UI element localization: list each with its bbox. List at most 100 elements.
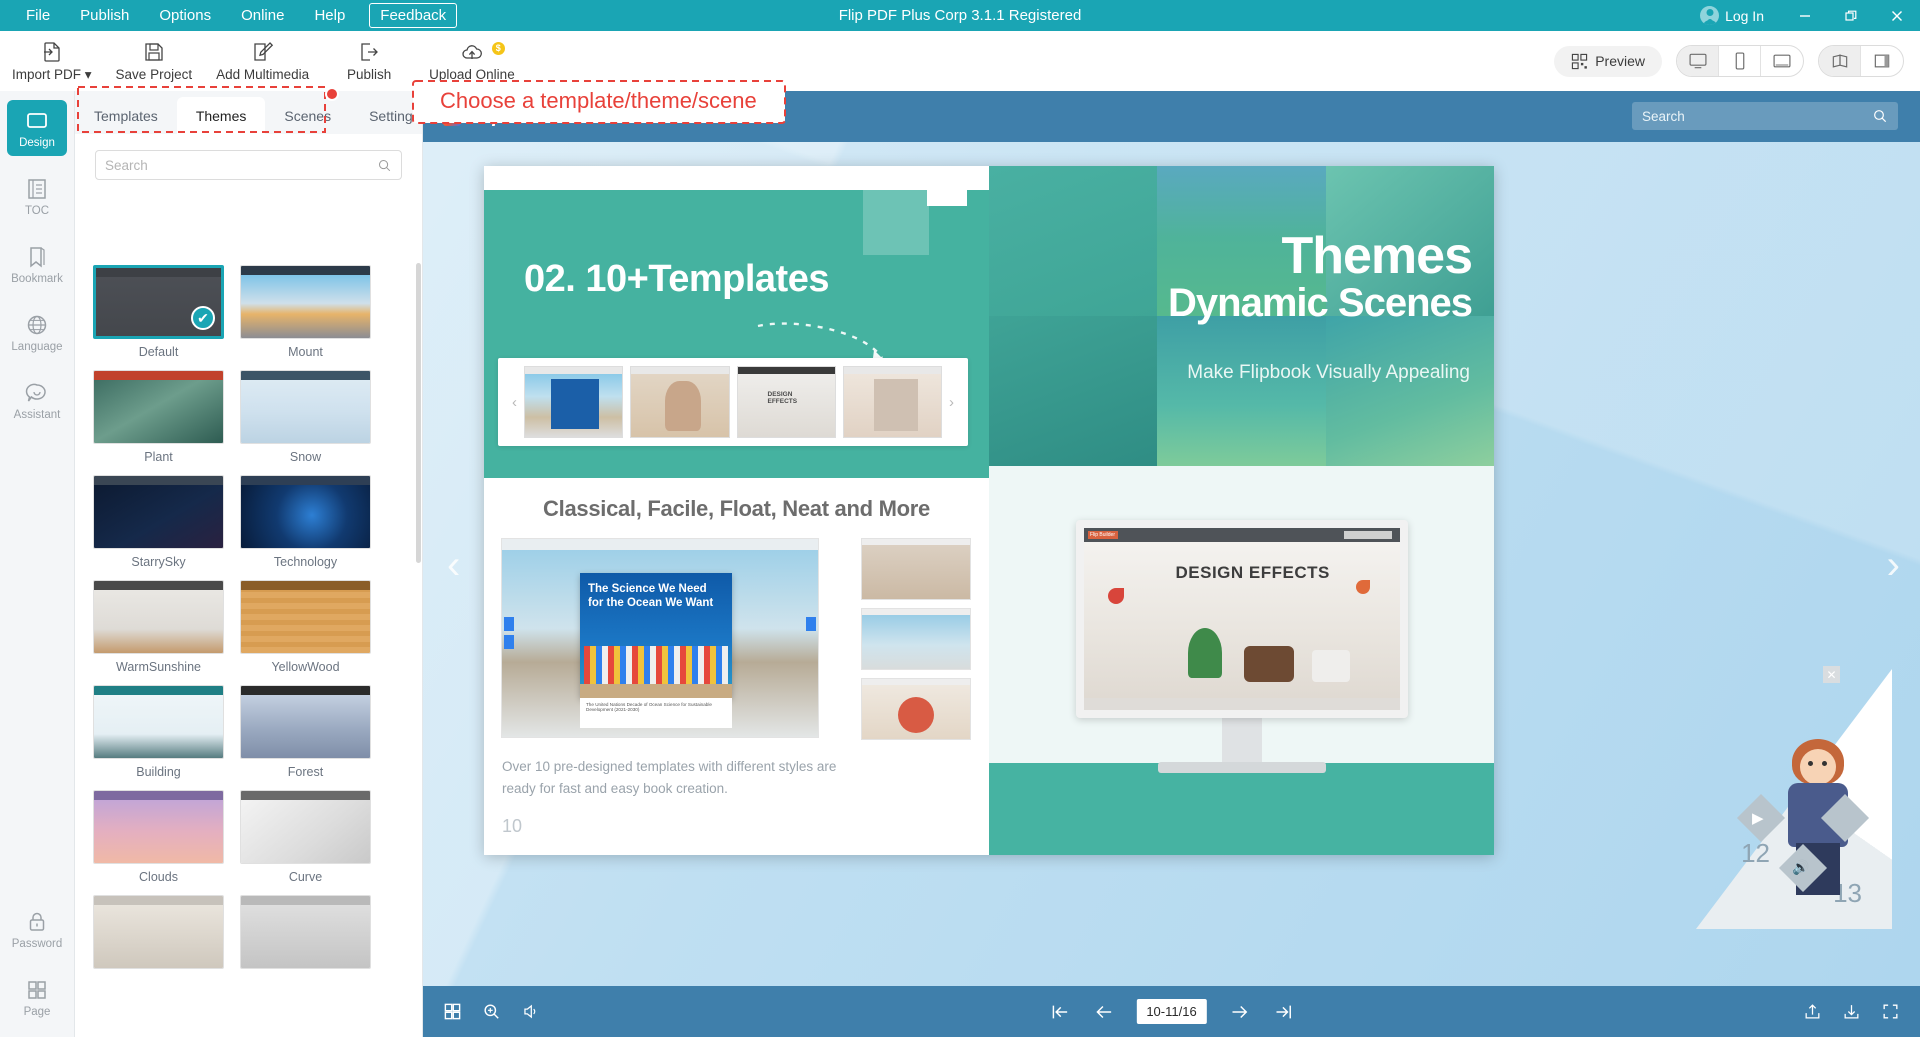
theme-thumb-image[interactable]: [93, 685, 224, 759]
close-icon[interactable]: ✕: [1823, 666, 1840, 683]
menu-item-options[interactable]: Options: [145, 3, 225, 28]
tab-scenes[interactable]: Scenes: [265, 97, 350, 134]
theme-thumb[interactable]: Clouds: [93, 790, 224, 884]
filmstrip-next-icon[interactable]: ›: [949, 394, 954, 411]
panel-scrollbar[interactable]: [416, 263, 421, 563]
menu-item-help[interactable]: Help: [300, 3, 359, 28]
feedback-button[interactable]: Feedback: [369, 3, 458, 28]
theme-thumb[interactable]: ✔ Default: [93, 265, 224, 359]
theme-thumb[interactable]: StarrySky: [93, 475, 224, 569]
template-filmstrip[interactable]: ‹ DESIGN EFFECTS ›: [498, 358, 968, 446]
filmstrip-thumb[interactable]: [630, 366, 730, 438]
last-page-button[interactable]: [1273, 1001, 1295, 1023]
prev-page-button[interactable]: [1092, 1001, 1114, 1023]
login-button[interactable]: Log In: [1682, 6, 1782, 25]
search-input[interactable]: [105, 157, 377, 173]
filmstrip-thumb[interactable]: DESIGN EFFECTS: [736, 366, 836, 438]
panel-tabs: Templates Themes Scenes Settings: [75, 91, 422, 134]
theme-thumb-image[interactable]: [93, 790, 224, 864]
theme-thumb-image[interactable]: [240, 370, 371, 444]
theme-grid[interactable]: ✔ Default Mount Plant Snow StarrySky Technolog…: [75, 259, 423, 1037]
play-icon[interactable]: ▶: [1752, 809, 1764, 827]
right-page-subtitle: Make Flipbook Visually Appealing: [1187, 362, 1470, 383]
import-pdf-button[interactable]: Import PDF ▾: [0, 38, 104, 85]
tab-templates[interactable]: Templates: [75, 97, 177, 134]
fullscreen-icon[interactable]: [1881, 1002, 1900, 1021]
theme-thumb[interactable]: Curve: [240, 790, 371, 884]
theme-thumb[interactable]: [240, 895, 371, 975]
menu-item-file[interactable]: File: [12, 3, 64, 28]
share-icon[interactable]: [1803, 1002, 1822, 1021]
theme-thumb[interactable]: Technology: [240, 475, 371, 569]
theme-thumb-image[interactable]: [240, 580, 371, 654]
sidebar-item-password[interactable]: Password: [7, 901, 67, 957]
thumbnails-icon[interactable]: [443, 1002, 462, 1021]
zoom-icon[interactable]: [482, 1002, 501, 1021]
theme-thumb-image[interactable]: [93, 475, 224, 549]
first-page-button[interactable]: [1048, 1001, 1070, 1023]
sidebar-item-toc[interactable]: TOC: [7, 168, 67, 224]
download-icon[interactable]: [1842, 1002, 1861, 1021]
sound-icon[interactable]: 🔊: [1792, 859, 1809, 876]
book-page-left[interactable]: 02. 10+Templates ‹ DESIGN EFFECTS › Clas…: [484, 166, 989, 855]
theme-thumb-image[interactable]: [93, 370, 224, 444]
filmstrip-thumb[interactable]: [842, 366, 942, 438]
theme-thumb[interactable]: Plant: [93, 370, 224, 464]
tablet-icon: [1773, 54, 1791, 68]
next-page-button[interactable]: [1229, 1001, 1251, 1023]
menu-item-publish[interactable]: Publish: [66, 3, 143, 28]
sidebar-item-label-assistant: Assistant: [13, 409, 61, 421]
mobile-icon: [1735, 52, 1744, 70]
tab-themes[interactable]: Themes: [176, 97, 266, 134]
theme-thumb-image[interactable]: [240, 475, 371, 549]
sidebar-item-assistant[interactable]: Assistant: [7, 372, 67, 428]
publish-button[interactable]: Publish: [321, 38, 417, 84]
viewer-search[interactable]: [1632, 102, 1898, 130]
theme-thumb-image[interactable]: [240, 790, 371, 864]
sidebar-item-page[interactable]: Page: [7, 969, 67, 1025]
add-multimedia-button[interactable]: Add Multimedia: [204, 38, 321, 84]
theme-thumb[interactable]: WarmSunshine: [93, 580, 224, 674]
theme-thumb[interactable]: Building: [93, 685, 224, 779]
device-mobile-button[interactable]: [1719, 46, 1761, 76]
theme-thumb-bar: [94, 581, 223, 590]
minimize-button[interactable]: [1782, 0, 1828, 31]
viewer-search-input[interactable]: [1642, 108, 1872, 124]
theme-thumb-image[interactable]: [93, 895, 224, 969]
page-turn-left[interactable]: ‹: [447, 545, 460, 585]
theme-thumb-image[interactable]: [240, 895, 371, 969]
filmstrip-thumb[interactable]: [524, 366, 624, 438]
upload-online-button[interactable]: $ Upload Online: [417, 38, 527, 84]
sound-icon[interactable]: [521, 1002, 540, 1021]
page-indicator[interactable]: 10-11/16: [1136, 999, 1207, 1024]
theme-thumb-bar: [241, 266, 370, 275]
theme-thumb-image[interactable]: [240, 685, 371, 759]
assistant-character[interactable]: ▶ 🔊: [1736, 739, 1872, 909]
page-turn-right[interactable]: ›: [1887, 545, 1900, 585]
filmstrip-prev-icon[interactable]: ‹: [512, 394, 517, 411]
theme-thumb[interactable]: Forest: [240, 685, 371, 779]
theme-thumb-label: Forest: [287, 765, 324, 779]
close-button[interactable]: [1874, 0, 1920, 31]
save-project-button[interactable]: Save Project: [104, 38, 205, 84]
theme-thumb-image[interactable]: [93, 580, 224, 654]
double-page-button[interactable]: [1819, 46, 1861, 76]
theme-thumb[interactable]: [93, 895, 224, 975]
single-page-button[interactable]: [1861, 46, 1903, 76]
theme-thumb[interactable]: Mount: [240, 265, 371, 359]
panel-search[interactable]: [95, 150, 402, 180]
theme-thumb-image[interactable]: ✔: [93, 265, 224, 339]
restore-button[interactable]: [1828, 0, 1874, 31]
menu-item-online[interactable]: Online: [227, 3, 298, 28]
theme-thumb[interactable]: YellowWood: [240, 580, 371, 674]
theme-thumb-image[interactable]: [240, 265, 371, 339]
book-page-right[interactable]: Themes Dynamic Scenes Make Flipbook Visu…: [989, 166, 1494, 855]
sidebar-item-design[interactable]: Design: [7, 100, 67, 156]
device-tablet-button[interactable]: [1761, 46, 1803, 76]
sidebar-item-bookmark[interactable]: Bookmark: [7, 236, 67, 292]
theme-thumb[interactable]: Snow: [240, 370, 371, 464]
preview-button[interactable]: Preview: [1554, 45, 1662, 77]
sidebar-item-language[interactable]: Language: [7, 304, 67, 360]
device-desktop-button[interactable]: [1677, 46, 1719, 76]
viewer-pagination: 10-11/16: [1048, 999, 1294, 1024]
